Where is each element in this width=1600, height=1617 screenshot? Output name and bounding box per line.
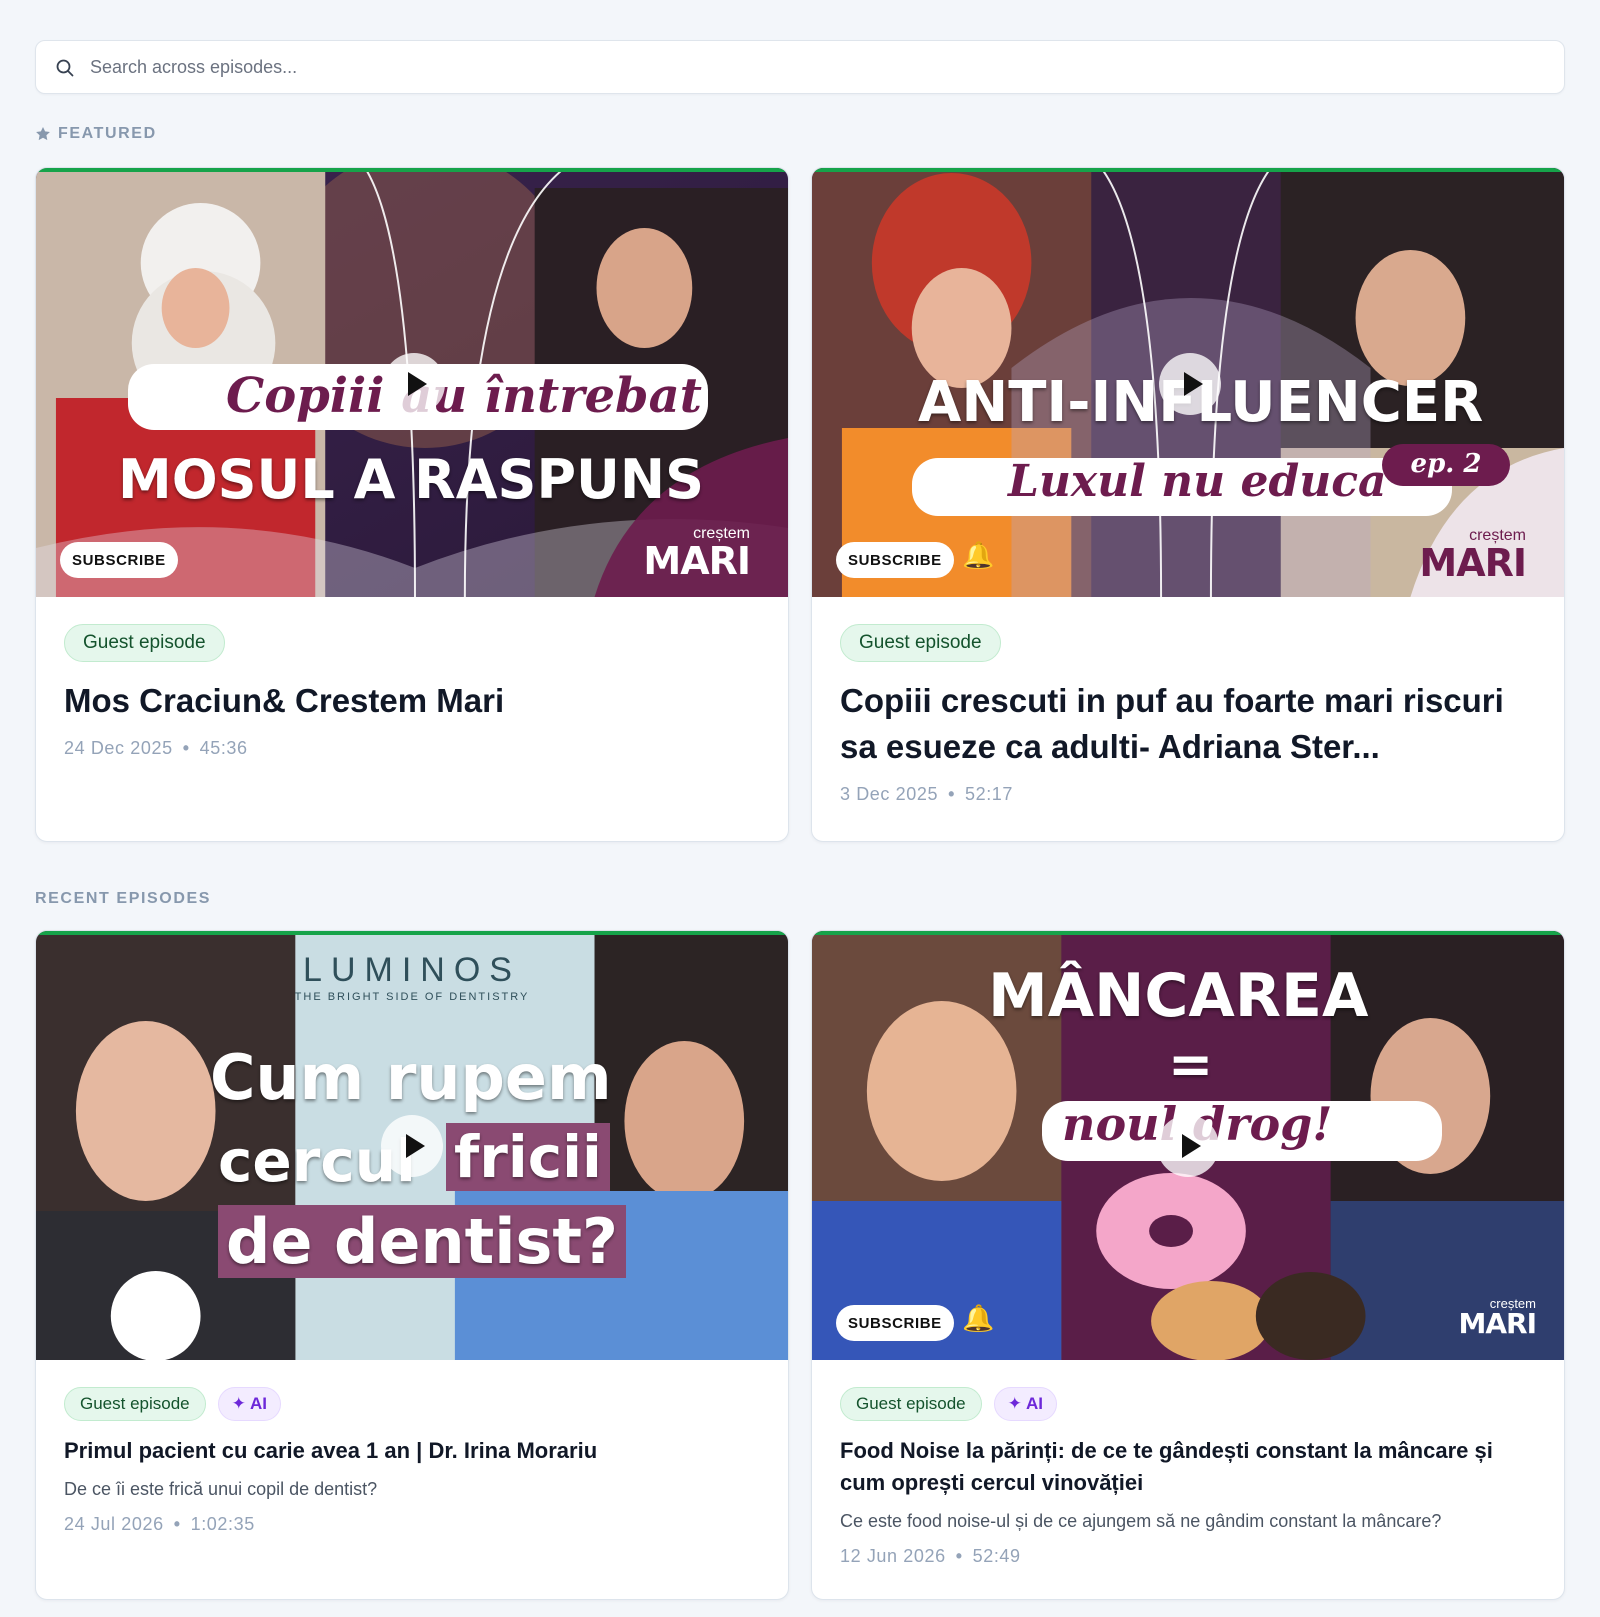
episode-date: 3 Dec 2025	[840, 784, 939, 804]
episode-title[interactable]: Primul pacient cu carie avea 1 an | Dr. …	[64, 1435, 760, 1467]
play-button[interactable]	[383, 353, 445, 415]
play-button[interactable]	[1157, 1115, 1219, 1177]
thumbnail-script-text: Copiii au întrebat	[226, 368, 702, 424]
guest-episode-badge: Guest episode	[840, 1387, 982, 1421]
episode-duration: 52:49	[972, 1546, 1021, 1566]
recent-section-label: RECENT EPISODES	[35, 890, 212, 907]
thumbnail-headline-line3: de dentist?	[218, 1205, 626, 1278]
episode-thumbnail[interactable]: Copiii au întrebat MOSUL A RASPUNS SUBSC…	[36, 168, 788, 597]
thumbnail-script-text: Luxul nu educa	[1008, 456, 1387, 507]
bell-icon: 🔔	[962, 540, 995, 570]
episode-title[interactable]: Copiii crescuti in puf au foarte mari ri…	[840, 678, 1536, 770]
brand-logo: creștem MARI	[1419, 527, 1527, 585]
brand-logo: creștem MARI	[643, 525, 751, 583]
ai-badge: ✦ AI	[217, 1387, 281, 1421]
ai-badge: ✦ AI	[993, 1387, 1057, 1421]
bell-icon: 🔔	[962, 1303, 995, 1333]
thumbnail-headline: MOSUL A RASPUNS	[118, 448, 704, 511]
episode-part-tag: ep. 2	[1382, 444, 1510, 486]
search-icon	[56, 59, 74, 77]
episode-duration: 45:36	[199, 738, 248, 758]
subscribe-badge: SUBSCRIBE	[836, 542, 954, 578]
episode-description: Ce este food noise-ul și de ce ajungem s…	[840, 1511, 1442, 1531]
star-icon	[36, 127, 50, 141]
episode-thumbnail[interactable]: LUMINOS THE BRIGHT SIDE OF DENTISTRY Cum…	[36, 931, 788, 1360]
thumbnail-headline: MÂNCAREA	[988, 961, 1369, 1031]
episode-description: De ce îi este frică unui copil de dentis…	[64, 1479, 378, 1499]
featured-section-label: FEATURED	[35, 125, 157, 143]
sponsor-logo: LUMINOS	[303, 951, 521, 989]
episode-thumbnail[interactable]: ANTI-INFLUENCER Luxul nu educa ep. 2 SUB…	[812, 168, 1564, 597]
episode-date: 12 Jun 2026	[840, 1546, 946, 1566]
episode-meta: 3 Dec 2025 • 52:17	[840, 784, 1014, 804]
guest-episode-badge: Guest episode	[840, 624, 1001, 662]
episode-title[interactable]: Mos Craciun& Crestem Mari	[64, 678, 760, 724]
episode-date: 24 Jul 2026	[64, 1514, 164, 1534]
thumbnail-equals: =	[1168, 1033, 1214, 1096]
thumbnail-headline-line2b: fricii	[446, 1123, 610, 1191]
episode-title[interactable]: Food Noise la părinți: de ce te gândești…	[840, 1435, 1536, 1499]
guest-episode-badge: Guest episode	[64, 624, 225, 662]
play-button[interactable]	[381, 1115, 443, 1177]
recent-episode-card[interactable]: LUMINOS THE BRIGHT SIDE OF DENTISTRY Cum…	[35, 930, 789, 1600]
episode-duration: 52:17	[964, 784, 1014, 804]
play-button[interactable]	[1159, 353, 1221, 415]
featured-episode-card[interactable]: ANTI-INFLUENCER Luxul nu educa ep. 2 SUB…	[811, 167, 1565, 842]
search-bar[interactable]	[35, 40, 1565, 94]
thumbnail-headline-line1: Cum rupem	[210, 1041, 612, 1114]
search-input[interactable]	[90, 41, 1548, 93]
featured-episode-card[interactable]: Copiii au întrebat MOSUL A RASPUNS SUBSC…	[35, 167, 789, 842]
episode-meta: 24 Jul 2026 • 1:02:35	[64, 1514, 255, 1534]
recent-episode-card[interactable]: MÂNCAREA = noul drog! SUBSCRIBE 🔔 crește…	[811, 930, 1565, 1600]
sponsor-tagline: THE BRIGHT SIDE OF DENTISTRY	[294, 991, 530, 1003]
guest-episode-badge: Guest episode	[64, 1387, 206, 1421]
episode-meta: 24 Dec 2025 • 45:36	[64, 738, 248, 758]
episode-duration: 1:02:35	[190, 1514, 255, 1534]
brand-logo: creștem MARI	[1458, 1296, 1537, 1340]
episode-meta: 12 Jun 2026 • 52:49	[840, 1546, 1021, 1566]
subscribe-badge: SUBSCRIBE	[836, 1305, 954, 1341]
episode-thumbnail[interactable]: MÂNCAREA = noul drog! SUBSCRIBE 🔔 crește…	[812, 931, 1564, 1360]
episode-date: 24 Dec 2025	[64, 738, 173, 758]
subscribe-badge: SUBSCRIBE	[60, 542, 178, 578]
